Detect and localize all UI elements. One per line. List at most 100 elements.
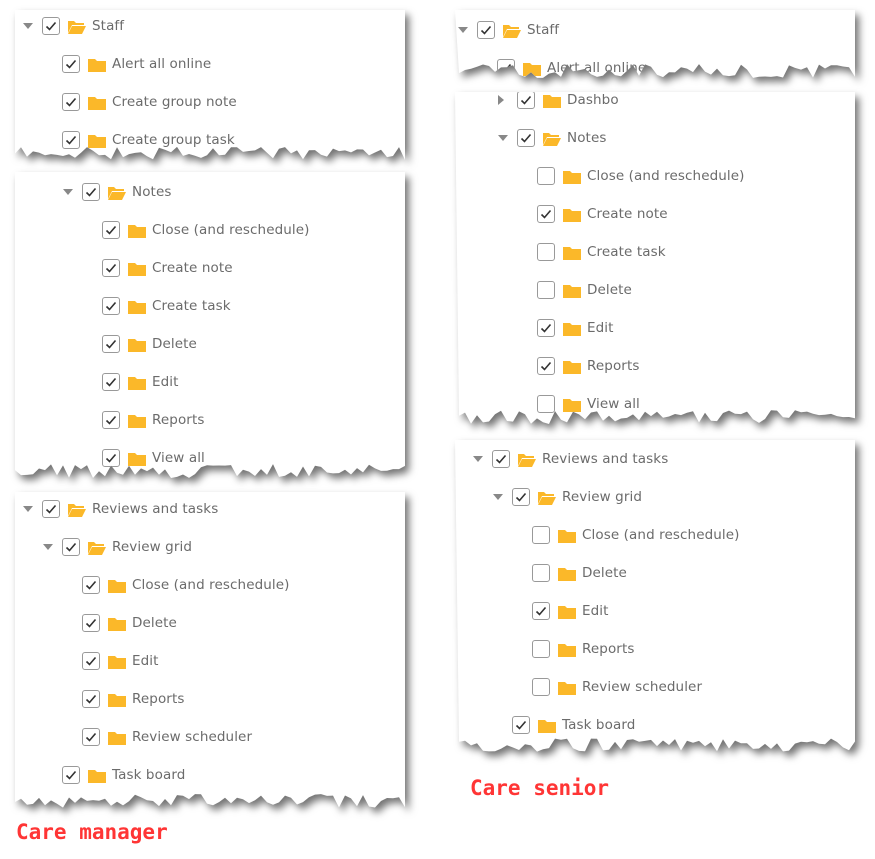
checkbox[interactable] bbox=[532, 564, 550, 582]
checkbox[interactable] bbox=[62, 93, 80, 111]
tree-node[interactable]: Delete bbox=[82, 611, 177, 635]
checkbox[interactable] bbox=[512, 488, 530, 506]
tree-node[interactable]: Reports bbox=[532, 637, 635, 661]
checkbox[interactable] bbox=[82, 183, 100, 201]
tree-node[interactable]: Staff bbox=[23, 14, 124, 38]
tree-node-label: Review scheduler bbox=[132, 729, 253, 745]
checkbox[interactable] bbox=[537, 243, 555, 261]
tree-node[interactable]: Notes bbox=[498, 126, 607, 150]
tree-node[interactable]: Close (and reschedule) bbox=[532, 523, 740, 547]
tree-node[interactable]: Delete bbox=[537, 278, 632, 302]
checkbox[interactable] bbox=[82, 652, 100, 670]
tree-node[interactable]: View all bbox=[102, 446, 205, 470]
tree-node[interactable]: Reports bbox=[82, 687, 185, 711]
tree-node[interactable]: Edit bbox=[537, 316, 614, 340]
checkbox[interactable] bbox=[102, 335, 120, 353]
tree-node[interactable]: Task board bbox=[62, 763, 185, 787]
caret-down-icon[interactable] bbox=[63, 189, 73, 195]
tree-node[interactable]: Review grid bbox=[43, 535, 192, 559]
caret-down-icon[interactable] bbox=[498, 135, 508, 141]
caret-down-icon[interactable] bbox=[473, 456, 483, 462]
checkbox[interactable] bbox=[497, 59, 515, 77]
checkbox[interactable] bbox=[62, 766, 80, 784]
caret-down-icon[interactable] bbox=[23, 23, 33, 29]
checkbox[interactable] bbox=[537, 319, 555, 337]
tree-node[interactable]: Edit bbox=[82, 649, 159, 673]
tree-node-label: Reports bbox=[587, 358, 640, 374]
tree-node[interactable]: Reports bbox=[537, 354, 640, 378]
tree-node-label: Create group note bbox=[112, 94, 237, 110]
checkbox[interactable] bbox=[532, 678, 550, 696]
checkbox[interactable] bbox=[102, 259, 120, 277]
tree-node[interactable]: View all bbox=[537, 392, 640, 416]
tree-node-label: Staff bbox=[527, 22, 560, 38]
tree-node[interactable]: Review grid bbox=[493, 485, 642, 509]
tree-panel-right-staff: Staff Alert all online bbox=[455, 10, 855, 80]
checkbox[interactable] bbox=[517, 129, 535, 147]
checkbox[interactable] bbox=[102, 297, 120, 315]
checkbox[interactable] bbox=[512, 716, 530, 734]
caret-down-icon[interactable] bbox=[43, 544, 53, 550]
checkbox[interactable] bbox=[532, 640, 550, 658]
tree-node[interactable]: Close (and reschedule) bbox=[82, 573, 290, 597]
tree-node[interactable]: Create note bbox=[537, 202, 668, 226]
tree-node[interactable]: Review scheduler bbox=[532, 675, 702, 699]
checkbox[interactable] bbox=[537, 395, 555, 413]
tree-node[interactable]: Close (and reschedule) bbox=[537, 164, 745, 188]
checkbox[interactable] bbox=[492, 450, 510, 468]
tree-node[interactable]: Task board bbox=[512, 713, 635, 737]
tree-node[interactable]: Create group task bbox=[62, 128, 235, 152]
checkbox[interactable] bbox=[532, 602, 550, 620]
checkbox[interactable] bbox=[62, 55, 80, 73]
checkbox[interactable] bbox=[62, 131, 80, 149]
folder-icon bbox=[128, 451, 146, 466]
tree-node[interactable]: Create note bbox=[102, 256, 233, 280]
tree-node[interactable]: Review scheduler bbox=[82, 725, 252, 749]
checkbox[interactable] bbox=[62, 538, 80, 556]
tree-node[interactable]: Create group note bbox=[62, 90, 237, 114]
caret-down-icon[interactable] bbox=[493, 494, 503, 500]
tree-node[interactable]: Create task bbox=[102, 294, 231, 318]
checkbox[interactable] bbox=[102, 221, 120, 239]
tree-node[interactable]: Close (and reschedule) bbox=[102, 218, 310, 242]
checkbox[interactable] bbox=[82, 614, 100, 632]
folder-icon bbox=[128, 261, 146, 276]
checkbox[interactable] bbox=[102, 411, 120, 429]
tree-node[interactable]: Notes bbox=[63, 180, 172, 204]
checkbox[interactable] bbox=[102, 449, 120, 467]
tree-node[interactable]: Create task bbox=[537, 240, 666, 264]
checkbox[interactable] bbox=[537, 281, 555, 299]
tree-node[interactable]: Alert all online bbox=[62, 52, 211, 76]
tree-node[interactable]: Edit bbox=[102, 370, 179, 394]
checkbox[interactable] bbox=[82, 728, 100, 746]
checkbox[interactable] bbox=[42, 17, 60, 35]
checkbox[interactable] bbox=[477, 21, 495, 39]
tree-node[interactable]: Edit bbox=[532, 599, 609, 623]
checkbox[interactable] bbox=[537, 357, 555, 375]
tree-node[interactable]: Reports bbox=[102, 408, 205, 432]
folder-open-icon bbox=[68, 502, 86, 517]
tree-panel-body: Staff Alert all online Create group note Cr… bbox=[15, 10, 405, 160]
folder-icon bbox=[563, 207, 581, 222]
tree-node-label: Alert all online bbox=[112, 56, 212, 72]
checkbox[interactable] bbox=[82, 576, 100, 594]
caret-right-icon[interactable] bbox=[498, 95, 504, 105]
folder-icon bbox=[563, 169, 581, 184]
checkbox[interactable] bbox=[537, 205, 555, 223]
tree-node[interactable]: Delete bbox=[532, 561, 627, 585]
tree-node[interactable]: Reviews and tasks bbox=[473, 447, 668, 471]
checkbox[interactable] bbox=[82, 690, 100, 708]
caret-down-icon[interactable] bbox=[458, 27, 468, 33]
tree-node[interactable]: Delete bbox=[102, 332, 197, 356]
checkbox[interactable] bbox=[517, 92, 535, 109]
tree-node[interactable]: Reviews and tasks bbox=[23, 497, 218, 521]
tree-node-label: Edit bbox=[152, 374, 179, 390]
checkbox[interactable] bbox=[102, 373, 120, 391]
tree-node[interactable]: Dashbo bbox=[498, 92, 619, 112]
tree-node[interactable]: Staff bbox=[458, 18, 560, 42]
caret-down-icon[interactable] bbox=[23, 506, 33, 512]
checkbox[interactable] bbox=[532, 526, 550, 544]
tree-node[interactable]: Alert all online bbox=[497, 56, 646, 78]
checkbox[interactable] bbox=[537, 167, 555, 185]
checkbox[interactable] bbox=[42, 500, 60, 518]
